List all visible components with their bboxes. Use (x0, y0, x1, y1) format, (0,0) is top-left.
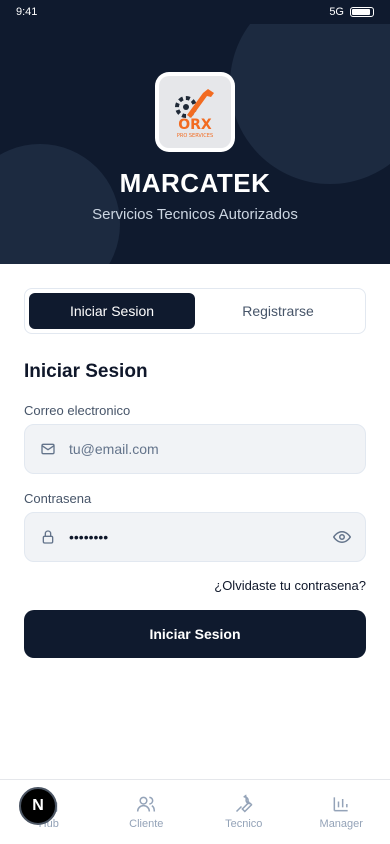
nav-item-manager[interactable]: Manager (293, 780, 390, 844)
bottom-nav: Hub Cliente Tecnico Manager (0, 779, 390, 844)
battery-icon (350, 7, 374, 17)
nav-label: Cliente (129, 818, 164, 830)
status-time: 9:41 (16, 6, 38, 18)
svg-text:PRO SERVICES: PRO SERVICES (177, 133, 213, 139)
email-label: Correo electronico (24, 403, 131, 418)
wrench-icon (235, 794, 253, 813)
status-indicators: 5G (329, 6, 374, 18)
nav-item-cliente[interactable]: Cliente (98, 780, 196, 844)
login-button[interactable]: Iniciar Sesion (24, 610, 366, 658)
orx-logo-icon: ORX PRO SERVICES (175, 89, 214, 139)
brand-tagline: Servicios Tecnicos Autorizados (92, 206, 298, 223)
auth-tabs: Iniciar Sesion Registrarse (24, 288, 366, 334)
form-title: Iniciar Sesion (24, 361, 148, 382)
brand-title: MARCATEK (119, 168, 271, 198)
bar-chart-icon (333, 797, 348, 812)
nav-item-tecnico[interactable]: Tecnico (195, 780, 293, 844)
forgot-password-link[interactable]: ¿Olvidaste tu contrasena? (214, 578, 366, 593)
tab-registrarse[interactable]: Registrarse (195, 293, 361, 329)
hero-header: ORX PRO SERVICES MARCATEK Servicios Tecn… (0, 0, 390, 264)
lock-icon (39, 528, 57, 546)
mail-icon (39, 440, 57, 458)
email-input[interactable] (69, 441, 351, 457)
status-bar: 9:41 5G (0, 0, 390, 24)
nav-label: Tecnico (225, 818, 263, 830)
brand-logo: ORX PRO SERVICES (155, 72, 235, 152)
network-label: 5G (329, 6, 344, 18)
password-input[interactable] (69, 529, 333, 545)
svg-text:ORX: ORX (178, 117, 212, 133)
eye-icon[interactable] (333, 528, 351, 546)
email-field[interactable] (24, 424, 366, 474)
nav-label: Manager (319, 818, 363, 830)
tab-iniciar-sesion[interactable]: Iniciar Sesion (29, 293, 195, 329)
password-label: Contrasena (24, 491, 92, 506)
users-icon (137, 796, 156, 812)
dev-badge[interactable]: N (19, 787, 57, 825)
decorative-circle (0, 144, 120, 264)
decorative-circle (230, 0, 390, 184)
password-field[interactable] (24, 512, 366, 562)
